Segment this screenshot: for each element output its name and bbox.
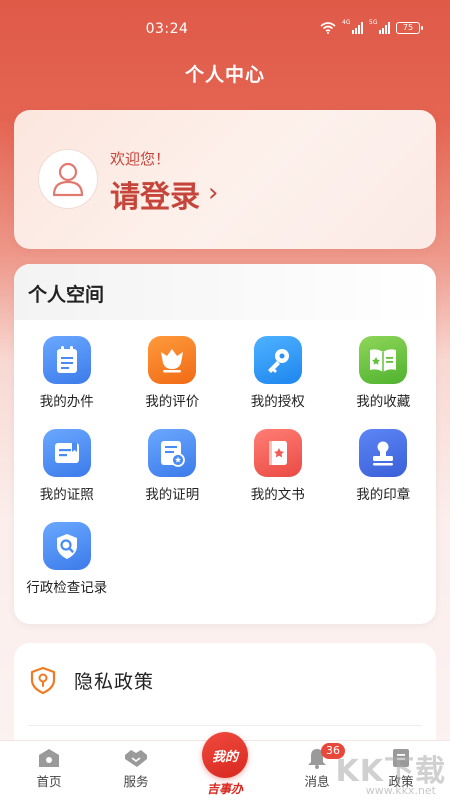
- avatar[interactable]: [38, 149, 98, 209]
- divider: [28, 725, 422, 726]
- status-bar: 03:24 4G 5G 75: [0, 0, 450, 58]
- login-button[interactable]: 请登录 ›: [110, 172, 218, 216]
- tile-label: 我的授权: [250, 394, 305, 410]
- tile-label: 我的办件: [39, 394, 94, 410]
- tile-label: 行政检查记录: [26, 580, 108, 596]
- page-title: 个人中心: [184, 64, 265, 86]
- welcome-text: 欢迎您！: [110, 150, 171, 168]
- privacy-policy-row[interactable]: 隐私政策: [28, 665, 154, 695]
- personal-space-grid: 我的办件 我的评价 我的授权 我的收藏 我的证照 我的证明 我的文书 我的印章 …: [14, 336, 436, 596]
- tile-admin-inspection-records[interactable]: 行政检查记录: [14, 522, 120, 596]
- nav-mine-button[interactable]: 我的: [202, 732, 248, 778]
- tile-my-seals[interactable]: 我的印章: [331, 429, 437, 503]
- wifi-icon: [320, 22, 336, 34]
- certificate-icon: [148, 429, 197, 477]
- key-icon: [253, 336, 302, 384]
- user-icon: [52, 162, 84, 197]
- personal-space-card: 个人空间 我的办件 我的评价 我的授权 我的收藏 我的证照 我的证明 我的文书 …: [14, 264, 436, 624]
- chevron-right-icon: ›: [208, 178, 219, 208]
- folder-star-icon: [253, 429, 302, 477]
- tile-label: 我的证明: [145, 487, 200, 503]
- tile-label: 我的收藏: [356, 394, 411, 410]
- privacy-policy-label: 隐私政策: [74, 670, 155, 693]
- status-time: 03:24: [145, 21, 189, 37]
- tulip-icon: [148, 336, 197, 384]
- watermark-url: www.kkx.net: [365, 784, 436, 797]
- tile-label: 我的证照: [39, 487, 94, 503]
- handshake-icon: [125, 750, 147, 767]
- tile-my-reviews[interactable]: 我的评价: [120, 336, 226, 410]
- home-icon: [39, 749, 59, 767]
- tile-label: 我的印章: [356, 487, 411, 503]
- stamp-icon: [359, 429, 408, 477]
- tile-my-licenses[interactable]: 我的证照: [14, 429, 120, 503]
- login-label: 请登录: [110, 180, 200, 215]
- tile-my-cases[interactable]: 我的办件: [14, 336, 120, 410]
- battery-icon: 75: [396, 22, 423, 34]
- tile-my-authorization[interactable]: 我的授权: [225, 336, 331, 410]
- nav-service[interactable]: 服务: [106, 747, 166, 790]
- tile-label: 我的文书: [250, 487, 305, 503]
- tile-my-documents[interactable]: 我的文书: [225, 429, 331, 503]
- nav-home[interactable]: 首页: [19, 747, 79, 790]
- open-book-star-icon: [359, 336, 408, 384]
- brand-label: 吉事办: [206, 782, 243, 796]
- nav-home-label: 首页: [36, 774, 62, 789]
- status-icons: 4G 5G 75: [320, 19, 423, 34]
- tile-my-certificates[interactable]: 我的证明: [120, 429, 226, 503]
- personal-space-title: 个人空间: [28, 284, 105, 306]
- nav-service-label: 服务: [123, 774, 149, 789]
- shield-location-icon: [30, 666, 56, 695]
- license-card-icon: [42, 429, 91, 477]
- shield-search-icon: [42, 522, 91, 570]
- document-list-icon: [42, 336, 91, 384]
- signal-icon-4g: 4G: [342, 19, 363, 34]
- signal-icon-5g: 5G: [369, 19, 390, 34]
- tile-label: 我的评价: [145, 394, 200, 410]
- login-card[interactable]: 欢迎您！ 请登录 ›: [14, 110, 436, 249]
- nav-messages-label: 消息: [304, 774, 330, 789]
- tile-my-favorites[interactable]: 我的收藏: [331, 336, 437, 410]
